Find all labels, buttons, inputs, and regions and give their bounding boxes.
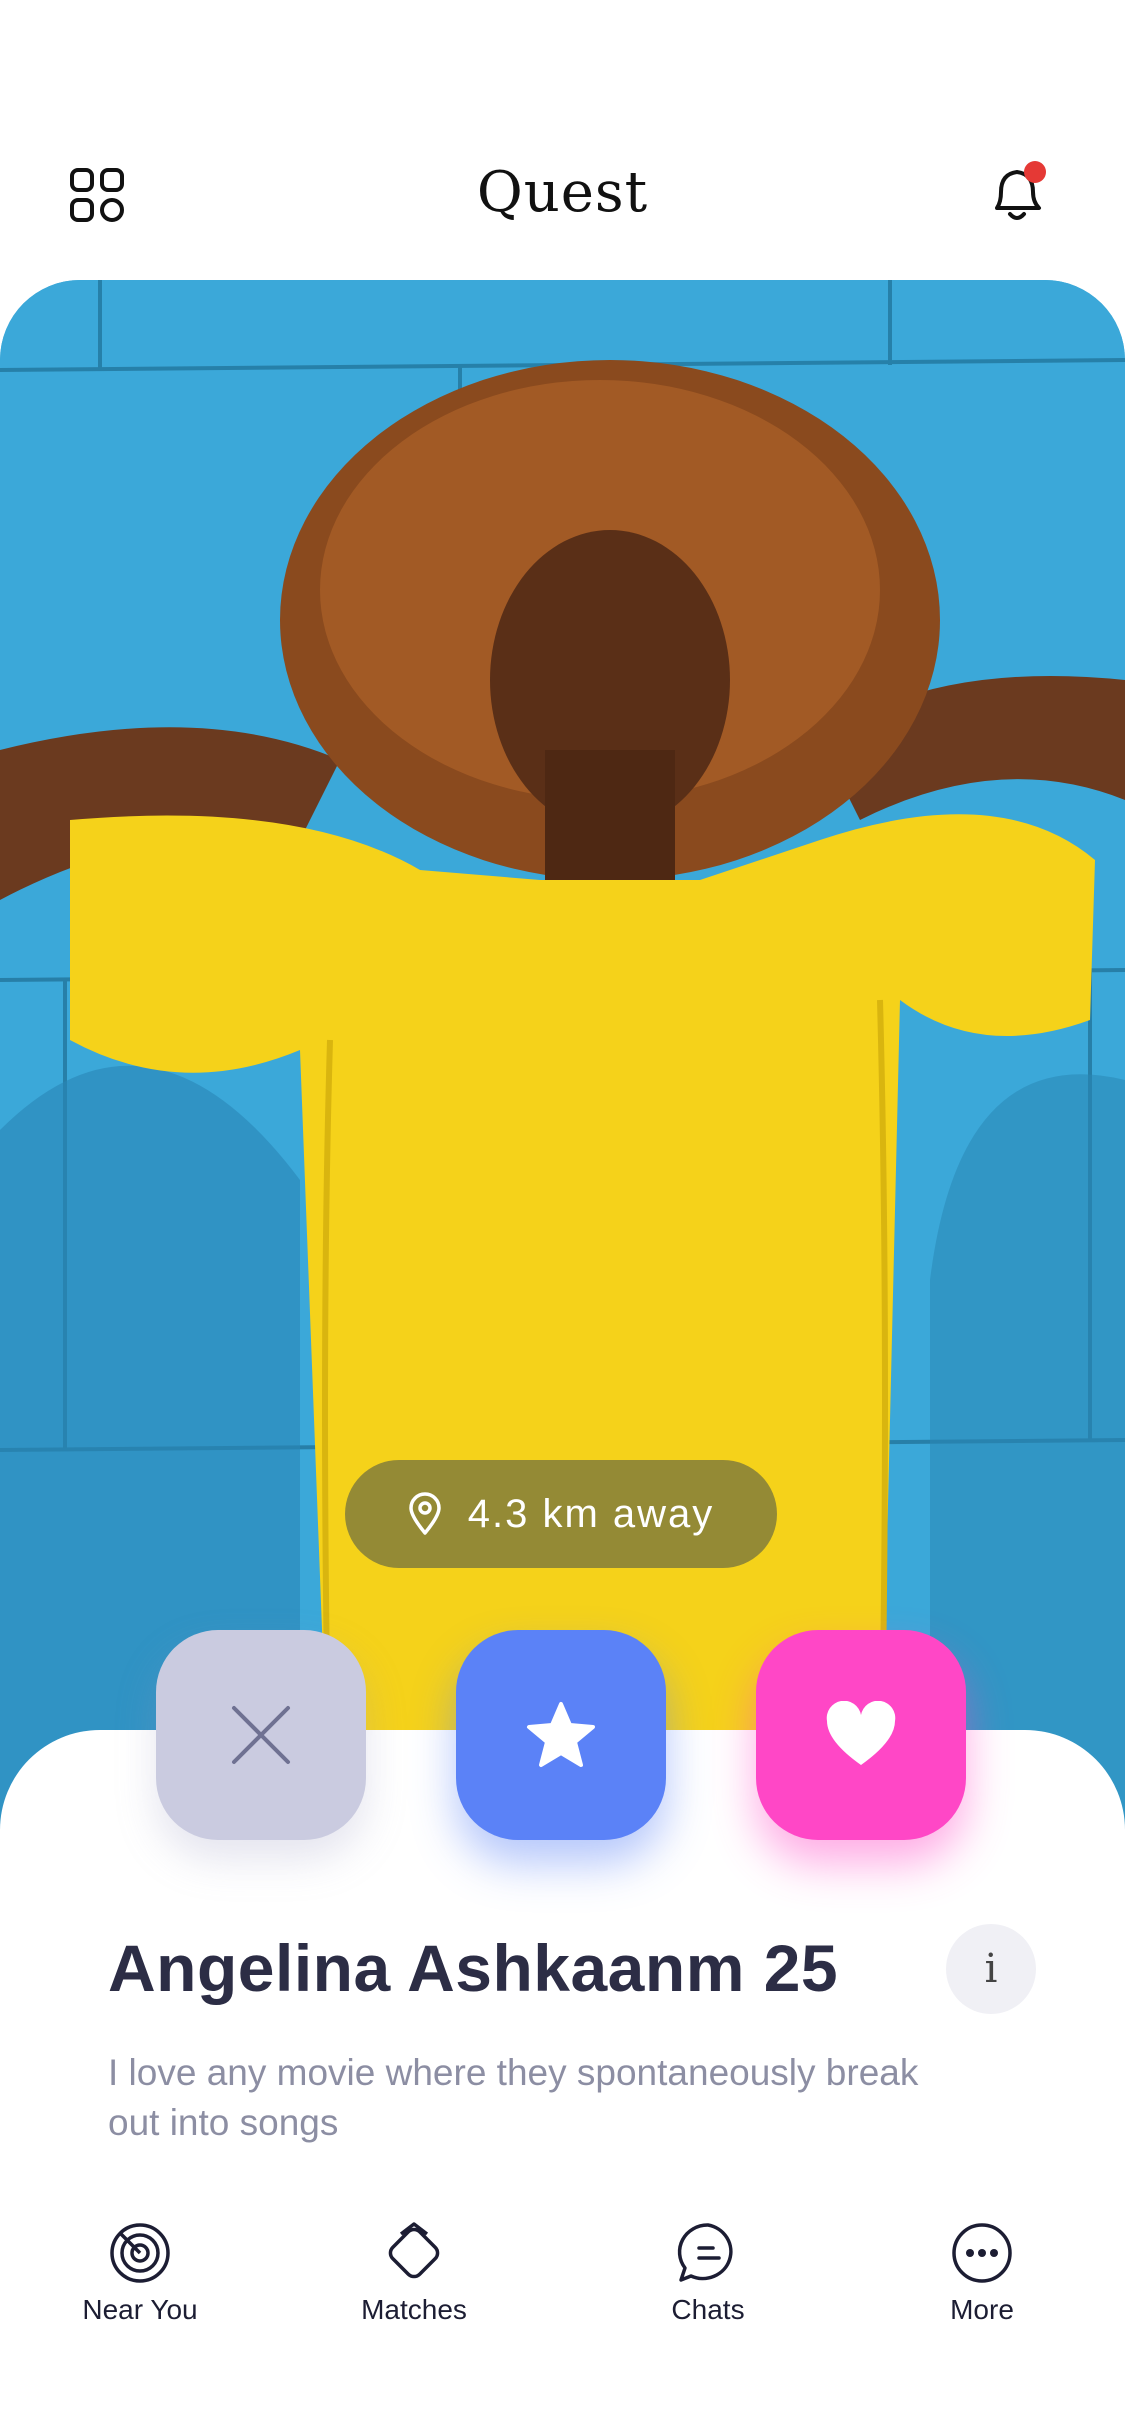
tab-label-matches: Matches: [361, 2294, 467, 2325]
tab-near-you[interactable]: Near You: [40, 2220, 240, 2326]
distance-text: 4.3 km away: [467, 1491, 715, 1536]
tab-chats[interactable]: Chats: [608, 2220, 808, 2326]
star-icon: [527, 1702, 595, 1767]
tab-more[interactable]: More: [882, 2220, 1082, 2326]
radar-icon: [110, 2223, 170, 2283]
notification-dot: [1024, 161, 1046, 183]
profile-name: Angelina Ashkaanm 25: [108, 1931, 839, 2005]
bottom-tab-bar: Near You Matches Chats More: [0, 2220, 1125, 2360]
notifications-button[interactable]: [983, 158, 1051, 228]
app-title: Quest: [476, 160, 649, 225]
location-pin-icon: [408, 1492, 441, 1535]
tab-matches[interactable]: Matches: [314, 2220, 514, 2326]
diamond-icon: [388, 2222, 440, 2279]
chat-icon: [677, 2223, 733, 2282]
profile-bio: I love any movie where they spontaneousl…: [108, 2052, 919, 2143]
dislike-button[interactable]: [156, 1630, 366, 1840]
profile-photo-illustration: [0, 280, 1125, 1840]
tab-label-chats: Chats: [671, 2294, 745, 2325]
info-button[interactable]: i: [946, 1924, 1036, 2014]
profile-photo[interactable]: [0, 280, 1125, 1840]
heart-icon: [826, 1701, 896, 1765]
close-icon: [232, 1706, 290, 1764]
bell-icon: [995, 161, 1046, 220]
like-button[interactable]: [756, 1630, 966, 1840]
tab-label-more: More: [950, 2294, 1014, 2325]
more-icon: [952, 2223, 1012, 2283]
top-bar: Quest: [0, 150, 1125, 240]
distance-badge: 4.3 km away: [345, 1460, 777, 1568]
super-like-button[interactable]: [456, 1630, 666, 1840]
tab-label-near-you: Near You: [82, 2294, 198, 2325]
